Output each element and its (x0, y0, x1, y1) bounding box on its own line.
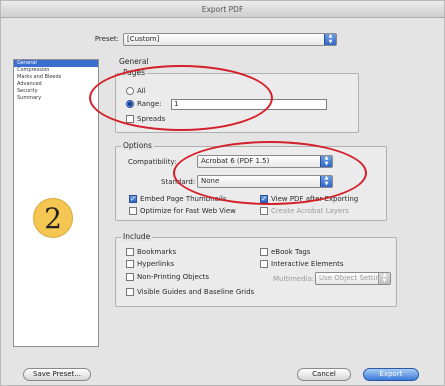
multimedia-popup[interactable]: Use Object Settings ▲ ▼ (315, 272, 391, 285)
sidebar-item-compression[interactable]: Compression (14, 67, 98, 74)
window-title: Export PDF (1, 1, 444, 18)
bookmarks-label: Bookmarks (137, 248, 177, 256)
annotation-ring-options (173, 141, 367, 205)
bookmarks-checkbox[interactable] (126, 248, 134, 256)
visible-guides-checkbox[interactable] (126, 288, 134, 296)
ebook-tags-checkbox[interactable] (260, 248, 268, 256)
optimize-web-label: Optimize for Fast Web View (140, 207, 236, 215)
options-group-title: Options (121, 141, 154, 150)
panel-title: General (119, 57, 149, 66)
cancel-button[interactable]: Cancel (297, 368, 351, 381)
preset-value: [Custom] (127, 35, 160, 43)
sidebar-item-general[interactable]: General (14, 60, 98, 67)
save-preset-button[interactable]: Save Preset... (23, 368, 91, 381)
sidebar-item-security[interactable]: Security (14, 88, 98, 95)
create-layers-label: Create Acrobat Layers (271, 207, 349, 215)
popup-arrows-icon: ▲ ▼ (378, 272, 390, 284)
include-group-title: Include (121, 232, 153, 241)
export-pdf-dialog: Export PDF Preset: [Custom] ▲ ▼ General C… (0, 0, 445, 386)
create-layers-checkbox[interactable] (260, 207, 268, 215)
preset-label: Preset: (94, 35, 119, 43)
interactive-elements-label: Interactive Elements (271, 260, 344, 268)
popup-arrows-icon: ▲ ▼ (324, 33, 336, 45)
sidebar-item-marks-and-bleeds[interactable]: Marks and Bleeds (14, 74, 98, 81)
annotation-ring-pages (89, 65, 273, 131)
export-button[interactable]: Export (363, 368, 419, 381)
hyperlinks-checkbox[interactable] (126, 260, 134, 268)
preset-popup[interactable]: [Custom] ▲ ▼ (123, 33, 337, 46)
hyperlinks-label: Hyperlinks (137, 260, 175, 268)
compatibility-label: Compatibility: (128, 158, 177, 166)
nonprinting-label: Non-Printing Objects (137, 273, 210, 281)
ebook-tags-label: eBook Tags (271, 248, 311, 256)
visible-guides-label: Visible Guides and Baseline Grids (137, 288, 255, 296)
multimedia-label: Multimedia: (273, 275, 315, 283)
interactive-elements-checkbox[interactable] (260, 260, 268, 268)
nonprinting-checkbox[interactable] (126, 273, 134, 281)
sidebar-item-advanced[interactable]: Advanced (14, 81, 98, 88)
embed-thumbnails-checkbox[interactable]: ✓ (129, 195, 137, 203)
optimize-web-checkbox[interactable] (129, 207, 137, 215)
step-badge: 2 (33, 198, 73, 238)
sidebar-item-summary[interactable]: Summary (14, 95, 98, 102)
